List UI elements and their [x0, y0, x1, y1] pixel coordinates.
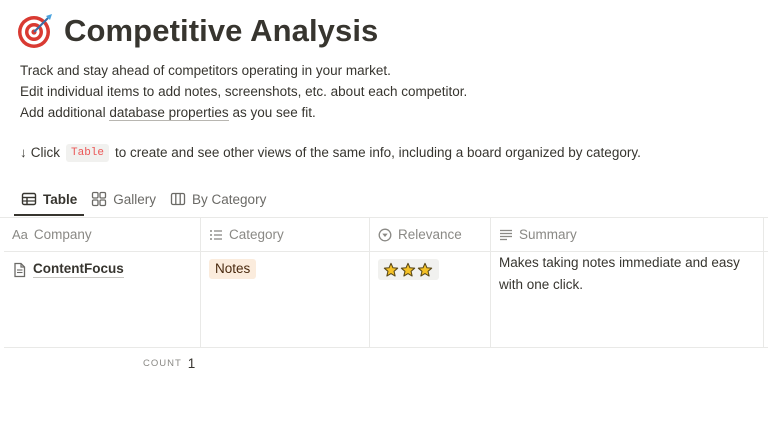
column-header-company[interactable]: Aa Company: [4, 218, 201, 251]
count-label: COUNT: [143, 358, 182, 369]
tab-label: Table: [43, 191, 78, 207]
star-icon: [400, 262, 416, 277]
database-table: Aa Company Category Relevance Summary Co…: [4, 218, 768, 348]
table-header: Aa Company Category Relevance Summary: [4, 218, 768, 252]
column-label: Category: [229, 227, 284, 242]
down-arrow-icon: ↓: [20, 145, 27, 160]
column-label: Relevance: [398, 227, 462, 242]
relevance-tag: ⭐⭐⭐: [378, 259, 439, 280]
tab-table[interactable]: Table: [14, 184, 85, 216]
description-line: Track and stay ahead of competitors oper…: [20, 63, 391, 78]
title-property-icon: Aa: [12, 227, 28, 242]
star-icon: [383, 262, 399, 277]
description-text: Add additional: [20, 105, 106, 120]
count-value: 1: [187, 356, 196, 371]
hint-text: Click: [30, 145, 60, 160]
company-name[interactable]: ContentFocus: [33, 261, 124, 278]
table-row[interactable]: ContentFocus Notes ⭐⭐⭐: [4, 252, 768, 348]
page-title: Competitive Analysis: [64, 13, 379, 48]
tab-gallery[interactable]: Gallery: [84, 184, 163, 214]
star-icon: [417, 262, 433, 277]
company-cell[interactable]: ContentFocus: [4, 252, 201, 347]
hint-line: ↓ Click Table to create and see other vi…: [20, 143, 641, 163]
database-properties-link[interactable]: database properties: [109, 105, 229, 121]
description-line: Edit individual items to add notes, scre…: [20, 84, 468, 99]
board-icon: [170, 192, 186, 206]
hint-text: to create and see other views of the sam…: [115, 145, 641, 160]
column-header-summary[interactable]: Summary: [491, 218, 764, 251]
view-tabs: Table Gallery By Category: [14, 184, 273, 216]
target-icon[interactable]: [16, 12, 54, 50]
count-footer[interactable]: COUNT 1: [143, 356, 195, 371]
tab-label: Gallery: [113, 191, 157, 207]
summary-cell[interactable]: Makes taking notes immediate and easy wi…: [491, 252, 764, 347]
page-icon: [14, 262, 26, 278]
description-text: as you see fit.: [232, 105, 316, 120]
category-tag: Notes: [209, 259, 257, 279]
column-label: Company: [33, 227, 92, 242]
title-row: Competitive Analysis: [16, 12, 378, 50]
description-line: Add additional database properties as yo…: [20, 102, 467, 123]
column-header-relevance[interactable]: Relevance: [370, 218, 491, 251]
column-header-category[interactable]: Category: [201, 218, 370, 251]
inline-code: Table: [66, 144, 110, 162]
gallery-icon: [92, 191, 107, 207]
page: Competitive Analysis Track and stay ahea…: [0, 0, 768, 432]
table-icon: [21, 192, 37, 206]
list-icon: [210, 229, 222, 240]
tab-label: By Category: [192, 191, 267, 207]
relevance-cell[interactable]: ⭐⭐⭐: [370, 252, 491, 347]
category-cell[interactable]: Notes: [201, 252, 370, 347]
column-label: Summary: [519, 227, 577, 242]
tab-by-category[interactable]: By Category: [163, 184, 273, 214]
select-icon: [378, 228, 392, 241]
page-description: Track and stay ahead of competitors oper…: [20, 60, 467, 123]
text-icon: [500, 229, 512, 240]
